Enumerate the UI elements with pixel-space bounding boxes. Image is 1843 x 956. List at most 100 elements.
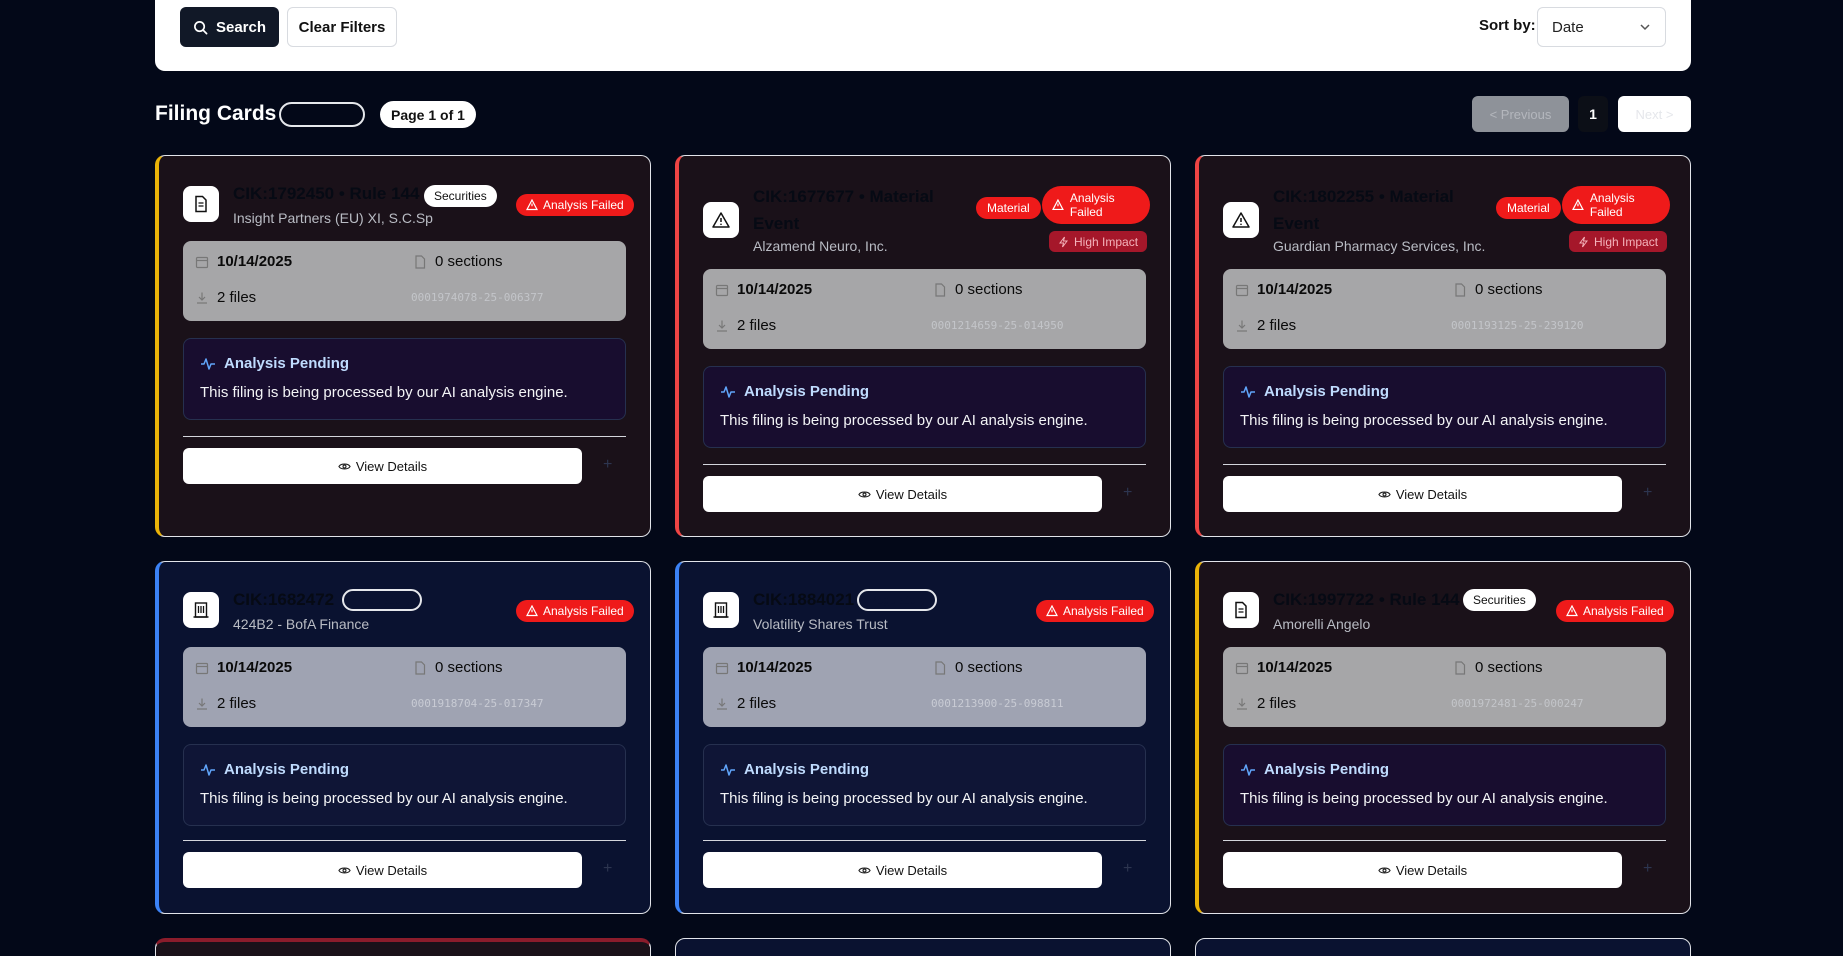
more-icon[interactable]: + [1123, 860, 1132, 878]
activity-icon [1241, 763, 1255, 776]
status-badge: Analysis Failed [1556, 600, 1674, 622]
file-icon [415, 254, 426, 269]
activity-icon [721, 385, 735, 398]
status-badge: Analysis Failed [1042, 186, 1150, 224]
analysis-text: This filing is being processed by our AI… [200, 384, 568, 401]
filing-title: CIK:1997722 • Rule 144 [1273, 590, 1460, 609]
analysis-text: This filing is being processed by our AI… [200, 790, 568, 807]
view-details-button[interactable]: View Details [703, 476, 1102, 512]
filing-title: CIK:1677677 • Material Event [753, 187, 934, 233]
impact-badge: High Impact [1569, 231, 1668, 252]
more-icon[interactable]: + [1643, 860, 1652, 878]
download-icon [1237, 320, 1247, 332]
impact-label: High Impact [1594, 234, 1659, 249]
more-icon[interactable]: + [603, 456, 612, 474]
category-badge: Material [976, 197, 1041, 219]
activity-icon [721, 763, 735, 776]
company-name: Volatility Shares Trust [753, 616, 888, 632]
view-details-button[interactable]: View Details [1223, 476, 1622, 512]
eye-icon [338, 463, 351, 469]
warning-icon [526, 605, 538, 617]
sections-count: 0 sections [1475, 281, 1543, 298]
alert-triangle-icon [703, 202, 739, 238]
divider [703, 840, 1146, 841]
filing-date: 10/14/2025 [737, 659, 813, 676]
clear-filters-button[interactable]: Clear Filters [287, 7, 397, 47]
eye-icon [1378, 867, 1391, 873]
file-icon [935, 660, 946, 675]
filing-meta: 10/14/2025 0 sections 2 files 0001214659… [703, 269, 1146, 349]
filing-date: 10/14/2025 [1257, 659, 1333, 676]
status-label: Analysis Failed [1589, 191, 1635, 219]
search-button[interactable]: Search [180, 7, 279, 47]
analysis-title: Analysis Pending [224, 355, 350, 372]
file-icon [1455, 282, 1466, 297]
category-badge: Securities [1463, 589, 1536, 611]
analysis-text: This filing is being processed by our AI… [720, 790, 1088, 807]
building-icon [183, 592, 219, 628]
accession-number: 0001213900-25-098811 [931, 697, 1064, 710]
page-number-button[interactable]: 1 [1578, 96, 1608, 132]
analysis-title: Analysis Pending [1264, 761, 1390, 778]
impact-badge: High Impact [1049, 231, 1148, 252]
view-details-label: View Details [875, 862, 948, 878]
status-label: Analysis Failed [1069, 191, 1115, 219]
previous-page-button[interactable]: < Previous [1472, 96, 1569, 132]
accession-number: 0001974078-25-006377 [411, 291, 544, 304]
status-badge: Analysis Failed [516, 194, 634, 216]
files-count: 2 files [737, 317, 777, 334]
sections-count: 0 sections [1475, 659, 1543, 676]
building-icon [703, 592, 739, 628]
view-details-button[interactable]: View Details [703, 852, 1102, 888]
next-page-button[interactable]: Next > [1618, 96, 1691, 132]
filing-title: CIK:1792450 • Rule 144 [233, 184, 420, 203]
sort-value: Date [1552, 18, 1584, 36]
impact-label: High Impact [1074, 234, 1139, 249]
filing-card: CIK:1792450 • Rule 144 Securities Insigh… [155, 155, 651, 537]
calendar-icon [1235, 284, 1249, 296]
document-icon [183, 186, 219, 222]
divider [183, 436, 626, 437]
sort-select[interactable]: Date [1537, 7, 1666, 47]
download-icon [197, 698, 207, 710]
filing-card: CIK:1677677 • Material Event Alzamend Ne… [675, 155, 1171, 537]
section-title: Filing Cards [155, 102, 277, 125]
calendar-icon [715, 662, 729, 674]
files-count: 2 files [1257, 317, 1297, 334]
filing-title: CIK:1802255 • Material Event [1273, 187, 1454, 233]
more-icon[interactable]: + [603, 860, 612, 878]
analysis-panel: Analysis Pending This filing is being pr… [1223, 744, 1666, 826]
filing-date: 10/14/2025 [217, 253, 293, 270]
view-details-button[interactable]: View Details [183, 448, 582, 484]
search-button-label: Search [215, 18, 267, 36]
calendar-icon [715, 284, 729, 296]
more-icon[interactable]: + [1123, 484, 1132, 502]
filter-toolbar: Search Clear Filters Sort by: Date [155, 0, 1691, 71]
view-details-label: View Details [355, 862, 428, 878]
sections-count: 0 sections [955, 281, 1023, 298]
status-badge: Analysis Failed [1562, 186, 1670, 224]
analysis-panel: Analysis Pending This filing is being pr… [183, 744, 626, 826]
status-badge: Analysis Failed [1036, 600, 1154, 622]
download-icon [1237, 698, 1247, 710]
filing-meta: 10/14/2025 0 sections 2 files 0001918704… [183, 647, 626, 727]
view-details-button[interactable]: View Details [183, 852, 582, 888]
accession-number: 0001918704-25-017347 [411, 697, 544, 710]
more-icon[interactable]: + [1643, 484, 1652, 502]
chevron-down-icon [1640, 24, 1650, 31]
filing-card-partial [675, 938, 1171, 956]
sections-count: 0 sections [435, 253, 503, 270]
eye-icon [1378, 491, 1391, 497]
company-name: Guardian Pharmacy Services, Inc. [1273, 238, 1486, 254]
filing-title: CIK:1884021 [753, 590, 855, 609]
view-details-button[interactable]: View Details [1223, 852, 1622, 888]
files-count: 2 files [217, 695, 257, 712]
calendar-icon [195, 662, 209, 674]
file-icon [935, 282, 946, 297]
search-icon [194, 20, 208, 34]
filing-meta: 10/14/2025 0 sections 2 files 0001974078… [183, 241, 626, 321]
sections-count: 0 sections [435, 659, 503, 676]
analysis-text: This filing is being processed by our AI… [1240, 412, 1608, 429]
eye-icon [858, 867, 871, 873]
alert-triangle-icon [1223, 202, 1259, 238]
